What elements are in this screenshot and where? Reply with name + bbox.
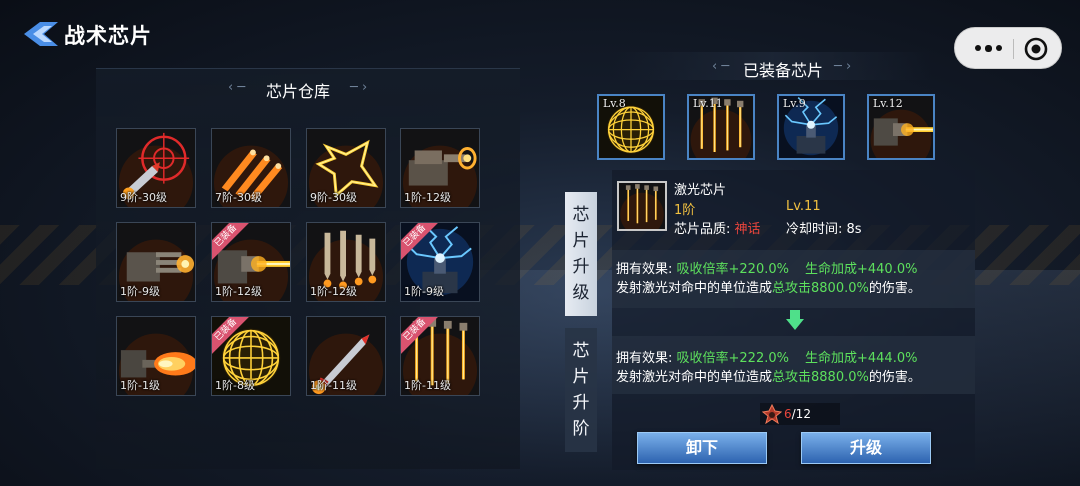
chip-level-label: Lv.8 xyxy=(603,97,626,110)
upgrade-button[interactable]: 升级 xyxy=(801,432,931,464)
chip-grade-label: 1阶-12级 xyxy=(215,285,262,298)
unequip-button[interactable]: 卸下 xyxy=(637,432,767,464)
tab-label: 芯片升阶 xyxy=(572,341,590,439)
chip-grade-label: 9阶-30级 xyxy=(120,191,167,204)
chip-level-label: Lv.11 xyxy=(693,97,723,110)
chip-cooldown: 冷却时间: 8s xyxy=(786,222,862,237)
chip-quality: 芯片品质: 神话 xyxy=(674,218,761,237)
target-close-icon xyxy=(1024,37,1048,61)
more-menu-button[interactable] xyxy=(969,36,1007,60)
warehouse-chip-slot[interactable]: 已装备 1阶-9级 xyxy=(400,222,480,302)
title-decoration-left: ‹ ─ xyxy=(712,59,730,74)
warehouse-chip-slot[interactable]: 1阶-1级 xyxy=(116,316,196,396)
more-icon xyxy=(984,44,992,52)
chip-grade-label: 9阶-30级 xyxy=(310,191,357,204)
warehouse-chip-slot[interactable]: 9阶-30级 xyxy=(116,128,196,208)
more-icon xyxy=(995,45,1002,51)
tab-label: 芯片升级 xyxy=(572,205,590,303)
chip-grade-label: 7阶-30级 xyxy=(215,191,262,204)
page-title: 战术芯片 xyxy=(64,24,152,48)
warehouse-chip-slot[interactable]: 1阶-9级 xyxy=(116,222,196,302)
title-decoration-right: ─ › xyxy=(350,80,368,95)
chip-grade-label: 1阶-11级 xyxy=(310,379,357,392)
chip-name: 激光芯片 xyxy=(674,183,727,198)
equipped-chip-slot[interactable]: Lv.11 xyxy=(687,94,755,160)
total-attack: 总攻击8880.0% xyxy=(772,370,869,385)
more-icon xyxy=(974,45,981,51)
effect-desc: 发射激光对命中的单位造成 xyxy=(616,281,773,296)
chip-level-label: Lv.12 xyxy=(873,97,903,110)
current-effect-line1: 拥有效果: 吸收倍率+220.0% 生命加成+440.0% xyxy=(616,258,917,277)
title-decoration-left: ‹ ─ xyxy=(228,80,246,95)
warehouse-chip-slot[interactable]: 已装备 1阶-11级 xyxy=(400,316,480,396)
capsule-divider xyxy=(1013,39,1014,59)
effect-prefix: 拥有效果: xyxy=(616,351,677,366)
current-effect-line2: 发射激光对命中的单位造成总攻击8800.0%的伤害。 xyxy=(616,277,921,296)
back-arrow-icon xyxy=(24,22,58,46)
absorb-rate: 吸收倍率+222.0% xyxy=(676,351,789,366)
cost-have: 6 xyxy=(784,407,792,421)
chip-material-icon xyxy=(762,404,782,424)
equipped-chip-slot[interactable]: Lv.9 xyxy=(777,94,845,160)
warehouse-chip-slot[interactable]: 1阶-12级 xyxy=(400,128,480,208)
chip-grade-label: 1阶-12级 xyxy=(310,285,357,298)
warehouse-chip-slot[interactable]: 已装备 1阶-8级 xyxy=(211,316,291,396)
chip-grade-label: 1阶-1级 xyxy=(120,379,160,392)
tab-chip-upgrade[interactable]: 芯片升级 xyxy=(565,192,597,316)
chip-grade-label: 1阶-8级 xyxy=(215,379,255,392)
chip-level-label: Lv.9 xyxy=(783,97,806,110)
hp-bonus: 生命加成+444.0% xyxy=(804,351,918,366)
cost-count: 6/12 xyxy=(784,407,811,421)
quality-value: 神话 xyxy=(734,222,761,237)
next-effect-line2: 发射激光对命中的单位造成总攻击8880.0%的伤害。 xyxy=(616,366,921,385)
arrow-down-icon xyxy=(786,310,804,330)
equipped-chip-slot[interactable]: Lv.12 xyxy=(867,94,935,160)
back-button[interactable] xyxy=(24,22,58,46)
chip-grade-label: 1阶-12级 xyxy=(404,191,451,204)
effect-desc-end: 的伤害。 xyxy=(868,370,921,385)
warehouse-chip-slot[interactable]: 1阶-12级 xyxy=(306,222,386,302)
next-effect-line1: 拥有效果: 吸收倍率+222.0% 生命加成+444.0% xyxy=(616,347,917,366)
mini-program-capsule xyxy=(954,27,1062,69)
close-mini-program-button[interactable] xyxy=(1023,36,1049,62)
chip-level: Lv.11 xyxy=(786,199,821,214)
absorb-rate: 吸收倍率+220.0% xyxy=(676,262,789,277)
equipped-title: 已装备芯片 xyxy=(742,61,823,80)
equipped-chip-slot[interactable]: Lv.8 xyxy=(597,94,665,160)
title-decoration-right: ─ › xyxy=(834,59,852,74)
quality-label: 芯片品质: xyxy=(674,222,735,237)
warehouse-title: 芯片仓库 xyxy=(265,82,330,101)
tab-chip-advance[interactable]: 芯片升阶 xyxy=(565,328,597,452)
effect-desc: 发射激光对命中的单位造成 xyxy=(616,370,773,385)
chip-grade-label: 1阶-9级 xyxy=(120,285,160,298)
effect-desc-end: 的伤害。 xyxy=(868,281,921,296)
chip-tier: 1阶 xyxy=(674,203,696,218)
hp-bonus: 生命加成+440.0% xyxy=(804,262,918,277)
effect-prefix: 拥有效果: xyxy=(616,262,677,277)
selected-chip-icon xyxy=(617,181,667,231)
chip-grade-label: 1阶-9级 xyxy=(404,285,444,298)
warehouse-chip-slot[interactable]: 已装备 1阶-12级 xyxy=(211,222,291,302)
cost-need: /12 xyxy=(791,407,811,421)
total-attack: 总攻击8800.0% xyxy=(772,281,869,296)
laser-array-icon xyxy=(619,183,665,229)
warehouse-chip-slot[interactable]: 9阶-30级 xyxy=(306,128,386,208)
warehouse-chip-slot[interactable]: 1阶-11级 xyxy=(306,316,386,396)
chip-grade-label: 1阶-11级 xyxy=(404,379,451,392)
warehouse-chip-slot[interactable]: 7阶-30级 xyxy=(211,128,291,208)
